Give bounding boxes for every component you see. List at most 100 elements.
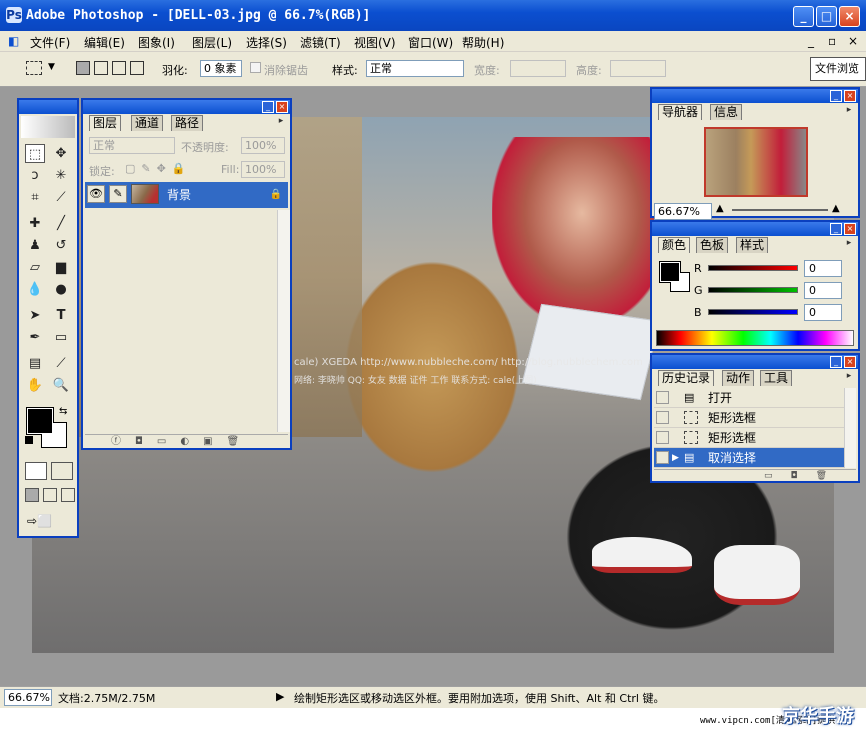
tab-channels[interactable]: 通道 — [131, 115, 164, 131]
eyedropper-tool-icon[interactable]: ⟋ — [51, 354, 71, 373]
color-foreground-swatch-top[interactable] — [660, 262, 680, 282]
color-title-bar[interactable]: _ × — [652, 222, 858, 236]
zoom-tool-icon[interactable]: 🔍 — [51, 376, 71, 395]
rectangular-marquee-tool-icon[interactable]: ⬚ — [25, 144, 45, 163]
brush-tool-icon[interactable]: ╱ — [51, 214, 71, 233]
layers-minimize-button[interactable]: _ — [262, 101, 274, 113]
tab-navigator[interactable]: 导航器 — [658, 104, 703, 120]
visibility-eye-icon[interactable]: 👁 — [87, 185, 105, 203]
navigator-title-bar[interactable]: _ × — [652, 89, 858, 103]
status-zoom-input[interactable]: 66.67% — [4, 689, 52, 706]
minimize-button[interactable]: _ — [793, 6, 814, 27]
add-to-selection-icon[interactable] — [94, 61, 108, 75]
history-minimize-button[interactable]: _ — [830, 356, 842, 368]
width-input[interactable] — [510, 60, 566, 77]
antialias-checkbox[interactable] — [250, 62, 261, 73]
status-arrow-icon[interactable]: ▶ — [276, 690, 284, 703]
history-item[interactable]: ▤ 打开 — [654, 388, 844, 408]
history-menu-arrow-icon[interactable]: ▸ — [843, 371, 855, 383]
history-scrollbar[interactable] — [844, 388, 856, 468]
standard-screen-mode-icon[interactable] — [25, 488, 39, 502]
tab-layers[interactable]: 图层 — [89, 115, 122, 131]
adobe-online-icon[interactable] — [21, 116, 75, 138]
gradient-tool-icon[interactable]: ▆ — [51, 258, 71, 277]
menu-image[interactable]: 图象(I) — [138, 34, 175, 51]
foreground-color-swatch-top[interactable] — [27, 408, 53, 434]
navigator-zoom-input[interactable]: 66.67% — [654, 203, 712, 220]
doc-restore-button[interactable]: ▫ — [828, 34, 836, 48]
blur-tool-icon[interactable]: 💧 — [25, 280, 45, 299]
layers-panel-title-bar[interactable]: _ × — [83, 100, 290, 114]
history-item-selected[interactable]: ▶ ▤ 取消选择 — [654, 448, 844, 468]
brush-link-icon[interactable]: ✎ — [109, 185, 127, 203]
layers-close-button[interactable]: × — [276, 101, 288, 113]
history-item[interactable]: 矩形选框 — [654, 428, 844, 448]
history-source-checkbox[interactable] — [656, 431, 669, 444]
swap-colors-icon[interactable]: ⇆ — [59, 406, 67, 417]
green-slider[interactable] — [708, 287, 798, 293]
blue-input[interactable]: 0 — [804, 304, 842, 321]
slice-tool-icon[interactable]: ⟋ — [51, 188, 71, 207]
default-colors-icon[interactable] — [25, 436, 33, 444]
path-selection-tool-icon[interactable]: ➤ — [25, 306, 45, 325]
history-title-bar[interactable]: _ × — [652, 355, 858, 369]
navigator-preview[interactable] — [704, 127, 808, 197]
history-source-checkbox[interactable] — [656, 451, 669, 464]
layers-menu-arrow-icon[interactable]: ▸ — [275, 116, 287, 128]
tab-history[interactable]: 历史记录 — [658, 370, 715, 386]
menu-help[interactable]: 帮助(H) — [462, 34, 504, 51]
doc-minimize-button[interactable]: _ — [808, 34, 814, 48]
navigator-menu-arrow-icon[interactable]: ▸ — [843, 105, 855, 117]
toolbox-title-bar[interactable] — [19, 100, 77, 114]
menu-layer[interactable]: 图层(L) — [192, 34, 232, 51]
full-screen-menu-mode-icon[interactable] — [43, 488, 57, 502]
history-source-checkbox[interactable] — [656, 391, 669, 404]
hand-tool-icon[interactable]: ✋ — [25, 376, 45, 395]
menu-edit[interactable]: 编辑(E) — [84, 34, 125, 51]
subtract-selection-icon[interactable] — [112, 61, 126, 75]
full-screen-mode-icon[interactable] — [61, 488, 75, 502]
standard-mode-icon[interactable] — [25, 462, 47, 480]
lock-icons[interactable]: ▢✎✥🔒 — [125, 162, 192, 175]
style-select[interactable]: 正常 — [366, 60, 464, 77]
lasso-tool-icon[interactable]: ↄ — [25, 166, 45, 185]
zoom-out-icon[interactable]: ▲ — [716, 203, 724, 214]
history-source-checkbox[interactable] — [656, 411, 669, 424]
intersect-selection-icon[interactable] — [130, 61, 144, 75]
tab-styles[interactable]: 样式 — [736, 237, 769, 253]
menu-window[interactable]: 窗口(W) — [408, 34, 453, 51]
jump-to-imageready-icon[interactable]: ⇨⬜ — [27, 514, 71, 530]
blue-slider[interactable] — [708, 309, 798, 315]
type-tool-icon[interactable]: T — [51, 306, 71, 325]
opacity-input[interactable]: 100% — [241, 137, 285, 154]
marquee-tool-preset-icon[interactable] — [26, 61, 42, 75]
feather-input[interactable]: 0 象素 — [200, 60, 242, 77]
blend-mode-select[interactable]: 正常 — [89, 137, 175, 154]
close-button[interactable]: × — [839, 6, 860, 27]
doc-info[interactable]: 文档:2.75M/2.75M — [58, 690, 155, 706]
document-icon[interactable]: ◧ — [8, 34, 19, 48]
color-close-button[interactable]: × — [844, 223, 856, 235]
dodge-tool-icon[interactable]: ● — [51, 280, 71, 299]
height-input[interactable] — [610, 60, 666, 77]
new-selection-icon[interactable] — [76, 61, 90, 75]
tab-info[interactable]: 信息 — [710, 104, 743, 120]
quick-mask-mode-icon[interactable] — [51, 462, 73, 480]
menu-file[interactable]: 文件(F) — [30, 34, 70, 51]
color-menu-arrow-icon[interactable]: ▸ — [843, 238, 855, 250]
tab-paths[interactable]: 路径 — [171, 115, 204, 131]
red-slider[interactable] — [708, 265, 798, 271]
green-input[interactable]: 0 — [804, 282, 842, 299]
navigator-minimize-button[interactable]: _ — [830, 90, 842, 102]
tab-actions[interactable]: 动作 — [722, 370, 755, 386]
zoom-in-icon[interactable]: ▲ — [832, 203, 840, 214]
menu-select[interactable]: 选择(S) — [246, 34, 287, 51]
layers-footer-icons[interactable]: ⓕ◘▭◐▣🗑 — [85, 434, 288, 448]
photoshop-app-icon[interactable]: Ps — [6, 7, 22, 23]
color-ramp[interactable] — [656, 330, 854, 346]
file-browser-button[interactable]: 文件浏览 — [810, 57, 866, 81]
history-brush-tool-icon[interactable]: ↺ — [51, 236, 71, 255]
tab-color[interactable]: 颜色 — [658, 237, 691, 253]
tab-swatches[interactable]: 色板 — [696, 237, 729, 253]
layers-scrollbar[interactable] — [277, 210, 290, 432]
